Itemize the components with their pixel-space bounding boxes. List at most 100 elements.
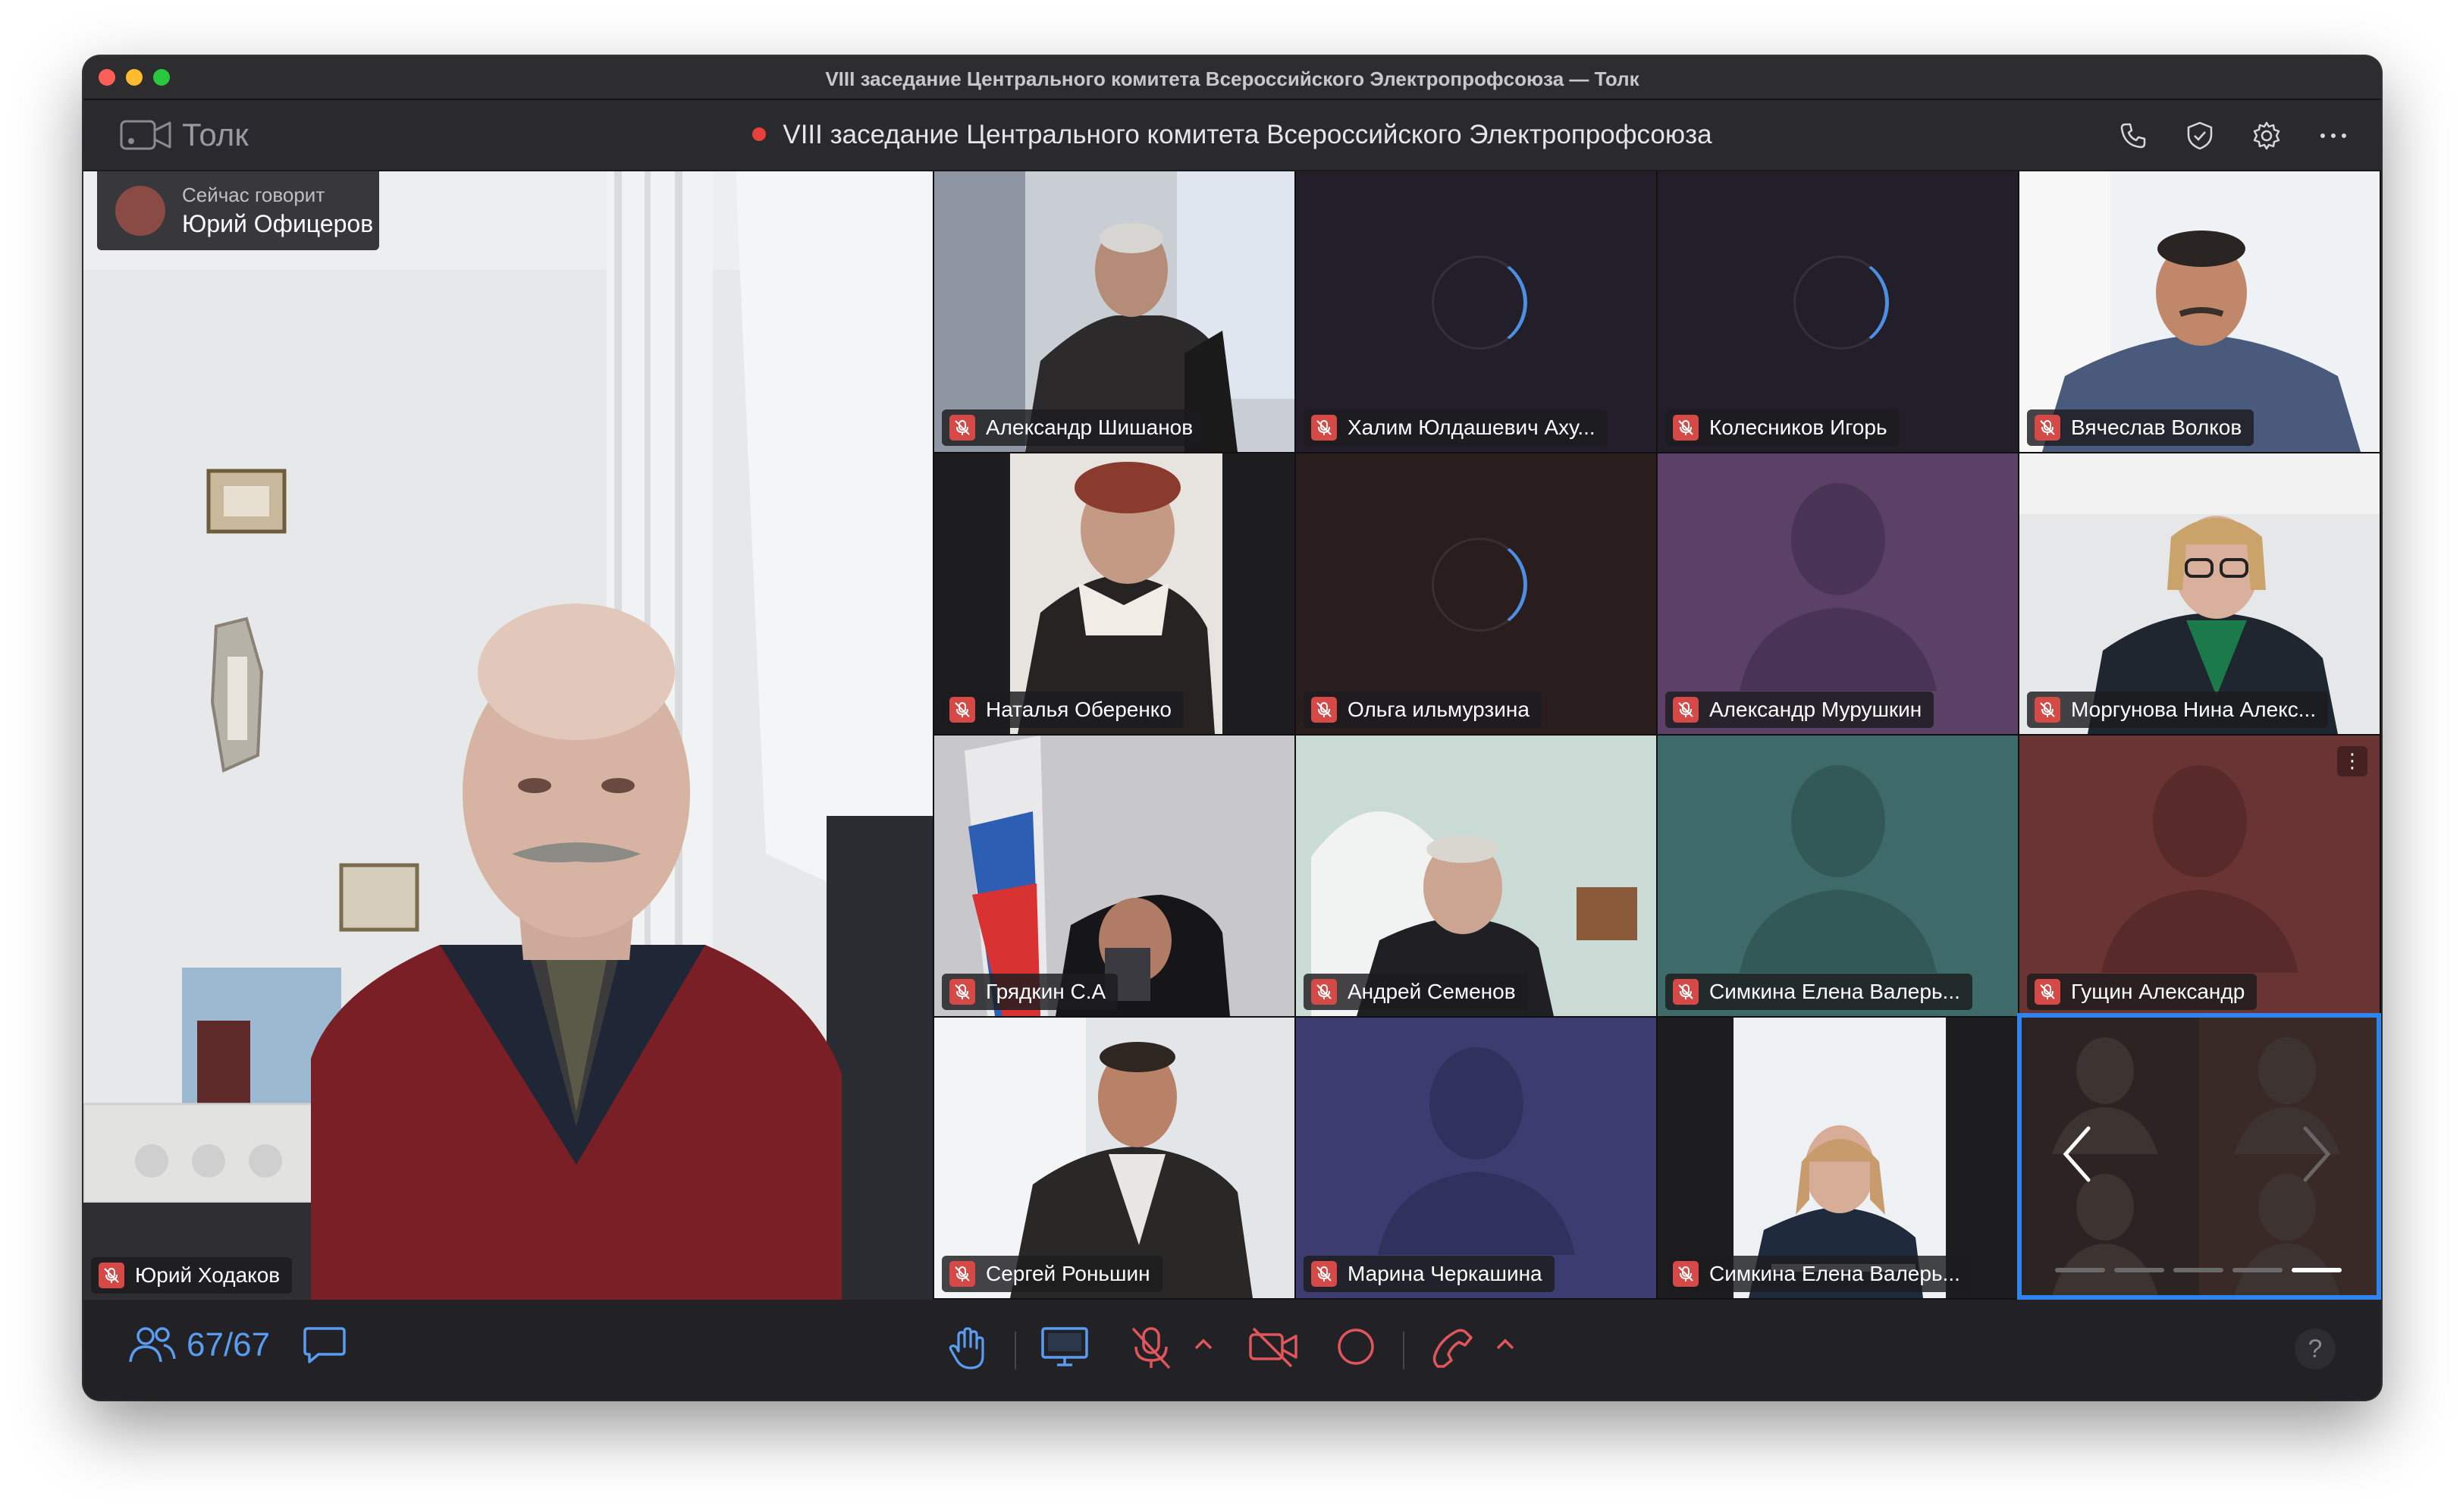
participant-name: Грядкин С.А [986,980,1106,1003]
participant-tile[interactable]: Симкина Елена Валерь... [1658,1018,2018,1298]
help-icon: ? [2295,1328,2336,1369]
mic-muted-icon [1311,697,1337,723]
leave-options-button[interactable] [1495,1338,1515,1351]
participant-nametag: Ольга ильмурзина [1304,692,1542,728]
mic-muted-icon [99,1263,124,1288]
participant-tile[interactable]: Сергей Роньшин [934,1018,1294,1298]
participants-button[interactable]: 67/67 [129,1325,270,1365]
participant-tile[interactable]: Александр Шишанов [934,171,1294,452]
meeting-title-bar: VIII заседание Центрального комитета Все… [83,120,2381,150]
participant-nametag: Александр Мурушкин [1665,692,1934,728]
participant-tile[interactable]: Моргунова Нина Алекс... [2019,453,2380,734]
mic-muted-icon [1673,415,1699,441]
mic-muted-icon [1311,415,1337,441]
recording-indicator [752,127,767,141]
camera-button[interactable] [1247,1325,1301,1368]
page-dot[interactable] [2173,1268,2223,1272]
participant-nametag: Марина Черкашина [1304,1256,1555,1292]
participant-nametag: Наталья Оберенко [942,692,1184,728]
participant-tile[interactable]: Грядкин С.А [934,736,1294,1016]
mic-muted-icon [2035,415,2060,441]
mic-muted-icon [1673,1261,1699,1287]
participant-tile[interactable]: Александр Мурушкин [1658,453,2018,734]
page-dot-active[interactable] [2292,1268,2342,1272]
participant-tile[interactable]: Марина Черкашина [1296,1018,1656,1298]
mic-muted-icon [949,979,975,1005]
loading-spinner-icon [1431,256,1527,350]
participant-nametag: Моргунова Нина Алекс... [2027,692,2329,728]
chat-button[interactable] [303,1325,346,1365]
app-header: Толк VIII заседание Центрального комитет… [83,100,2381,170]
now-speaking-label: Сейчас говорит [182,184,325,206]
participant-name: Андрей Семенов [1348,980,1516,1003]
participant-name: Гущин Александр [2071,980,2245,1003]
participants-grid: Александр Шишанов Халим Юлдашевич Аху...… [934,171,2381,1300]
pager-indicator [2055,1268,2342,1272]
window-titlebar: VIII заседание Центрального комитета Все… [83,56,2381,100]
record-circle-icon [1338,1328,1374,1365]
page-dot[interactable] [2114,1268,2164,1272]
screen-share-button[interactable] [1040,1325,1089,1368]
loading-spinner-icon [1793,256,1889,350]
phone-icon[interactable] [2116,118,2151,153]
mic-muted-icon [949,415,975,441]
chevron-up-icon [1496,1338,1514,1350]
page-dot[interactable] [2055,1268,2105,1272]
hand-icon [949,1327,984,1369]
participant-tile[interactable]: ⋮ Гущин Александр [2019,736,2380,1016]
leave-call-button[interactable] [1430,1325,1476,1371]
participant-name: Александр Шишанов [986,416,1194,439]
chevron-up-icon [1194,1338,1213,1350]
speaker-avatar [115,186,165,236]
page-dot[interactable] [2232,1268,2283,1272]
avatar-placeholder-icon [1377,1046,1575,1255]
participant-nametag: Симкина Елена Валерь... [1665,1256,1972,1292]
main-video-nametag: Юрий Ходаков [91,1257,293,1294]
chevron-right-icon[interactable] [2296,1124,2334,1184]
mic-muted-icon [949,697,975,723]
participant-name: Ольга ильмурзина [1348,698,1530,721]
avatar-placeholder-icon [2101,764,2298,973]
raise-hand-button[interactable] [946,1325,989,1371]
participant-nametag: Андрей Семенов [1304,974,1528,1010]
microphone-button[interactable] [1130,1325,1172,1371]
mic-muted-icon [1311,979,1337,1005]
participant-tile[interactable]: Наталья Оберенко [934,453,1294,734]
participant-tile[interactable]: Колесников Игорь [1658,171,2018,452]
gear-icon[interactable] [2249,118,2284,153]
participant-nametag: Вячеслав Волков [2027,409,2254,446]
window-title: VIII заседание Центрального комитета Все… [825,67,1639,90]
meeting-title: VIII заседание Центрального комитета Все… [783,120,1712,149]
screen-share-icon [1041,1327,1088,1366]
participant-nametag: Грядкин С.А [942,974,1119,1010]
now-speaking-name: Юрий Офицеров [182,210,374,237]
app-window: VIII заседание Центрального комитета Все… [83,56,2381,1400]
participant-tile[interactable]: Симкина Елена Валерь... [1658,736,2018,1016]
chevron-left-icon[interactable] [2060,1124,2097,1184]
mic-muted-icon [1311,1261,1337,1287]
header-actions [2116,118,2351,153]
help-button[interactable]: ? [2295,1328,2336,1369]
people-icon [129,1327,176,1363]
participant-tile[interactable]: Ольга ильмурзина [1296,453,1656,734]
participant-name: Колесников Игорь [1709,416,1887,439]
microphone-options-button[interactable] [1194,1338,1213,1351]
tile-more-vertical-icon[interactable]: ⋮ [2337,746,2367,776]
main-participant-name: Юрий Ходаков [135,1263,281,1287]
mic-muted-icon [1673,979,1699,1005]
shield-check-icon[interactable] [2182,118,2217,153]
video-stage: Сейчас говорит Юрий Офицеров Юрий Ходако… [83,171,2381,1300]
participant-tile[interactable]: Халим Юлдашевич Аху... [1296,171,1656,452]
participant-name: Александр Мурушкин [1709,698,1922,721]
main-speaker-video[interactable]: Сейчас говорит Юрий Офицеров Юрий Ходако… [83,171,933,1300]
participant-name: Халим Юлдашевич Аху... [1348,416,1595,439]
participant-nametag: Александр Шишанов [942,409,1206,446]
participant-tile[interactable]: Андрей Семенов [1296,736,1656,1016]
participant-tile[interactable]: Вячеслав Волков [2019,171,2380,452]
more-horizontal-icon[interactable] [2316,118,2351,153]
participant-count: 67/67 [187,1326,271,1363]
avatar-placeholder-icon [1739,764,1937,973]
record-button[interactable] [1335,1325,1377,1368]
now-speaking-badge: Сейчас говорит Юрий Офицеров [97,171,379,250]
more-participants-pager[interactable] [2017,1013,2381,1300]
